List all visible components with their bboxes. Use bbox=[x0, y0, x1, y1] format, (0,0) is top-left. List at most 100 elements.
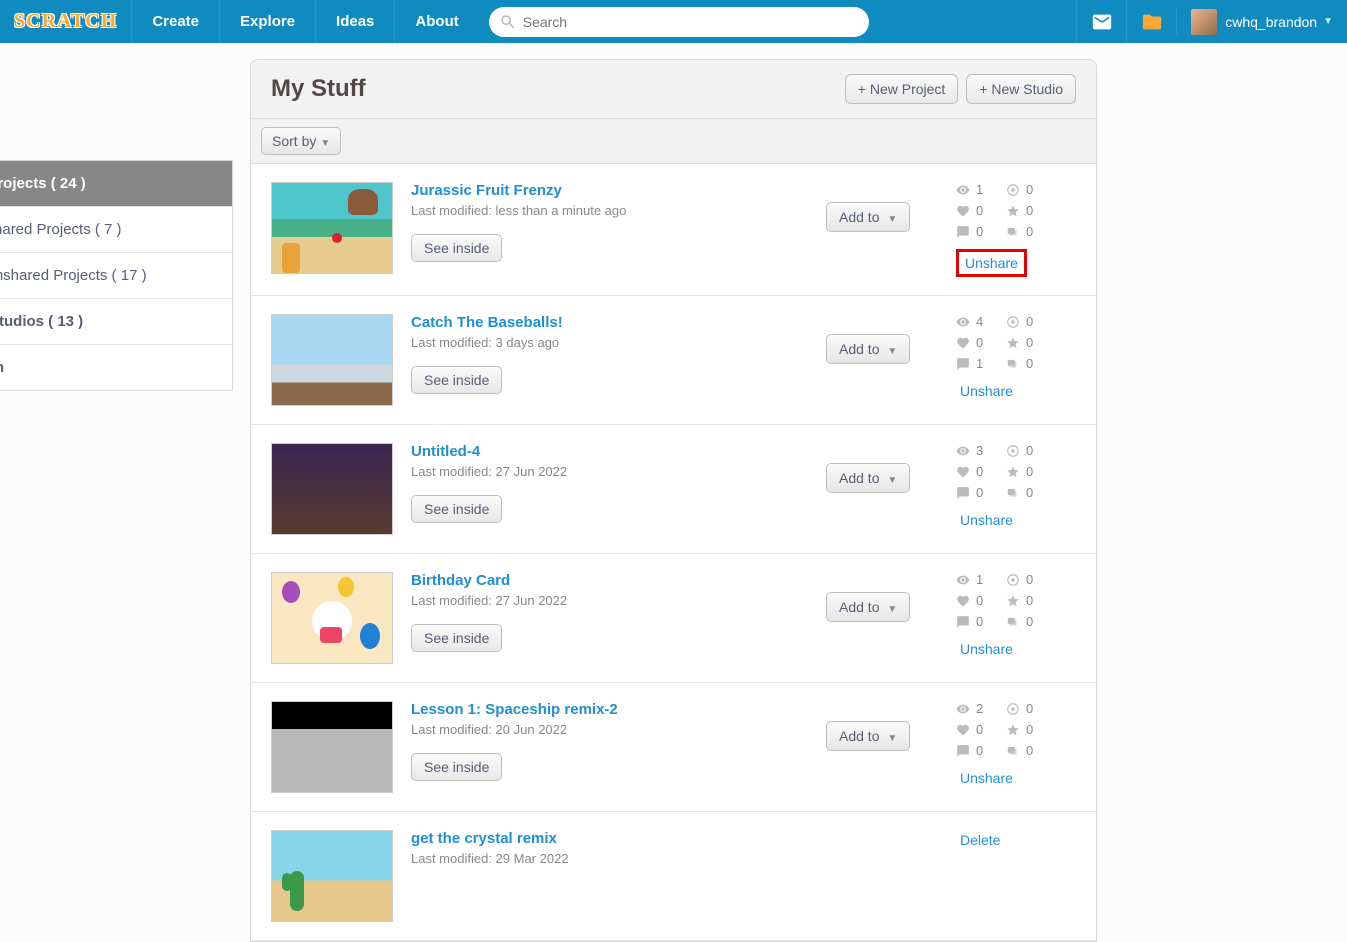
nav-links: CreateExploreIdeasAbout bbox=[131, 0, 478, 43]
views-stat: 1 bbox=[956, 572, 1006, 587]
sidebar-item[interactable]: My Studios ( 13 ) bbox=[0, 299, 232, 345]
studios-stat: 0 bbox=[1006, 356, 1056, 371]
project-action-link[interactable]: Unshare bbox=[956, 768, 1017, 788]
project-title[interactable]: get the crystal remix bbox=[411, 830, 826, 847]
comments-stat: 0 bbox=[956, 224, 1006, 239]
views-stat: 4 bbox=[956, 314, 1006, 329]
remixes-stat: 0 bbox=[1006, 443, 1056, 458]
nav-link-create[interactable]: Create bbox=[131, 0, 219, 43]
new-project-button[interactable]: + New Project bbox=[845, 74, 959, 104]
favorites-stat: 0 bbox=[1006, 722, 1056, 737]
project-title[interactable]: Untitled-4 bbox=[411, 443, 826, 460]
favorites-stat: 0 bbox=[1006, 593, 1056, 608]
project-thumbnail[interactable] bbox=[271, 830, 393, 922]
project-thumbnail[interactable] bbox=[271, 572, 393, 664]
project-action-link[interactable]: Unshare bbox=[956, 381, 1017, 401]
chevron-down-icon: ▼ bbox=[320, 138, 330, 149]
sidebar-item[interactable]: Shared Projects ( 7 ) bbox=[0, 207, 232, 253]
comments-stat: 0 bbox=[956, 614, 1006, 629]
chevron-down-icon: ▼ bbox=[1323, 16, 1333, 27]
remixes-stat: 0 bbox=[1006, 572, 1056, 587]
project-action-link[interactable]: Unshare bbox=[956, 510, 1017, 530]
project-thumbnail[interactable] bbox=[271, 443, 393, 535]
studios-stat: 0 bbox=[1006, 224, 1056, 239]
see-inside-button[interactable]: See inside bbox=[411, 495, 502, 523]
page-header: My Stuff + New Project + New Studio bbox=[251, 60, 1096, 119]
loves-stat: 0 bbox=[956, 335, 1006, 350]
nav-link-about[interactable]: About bbox=[394, 0, 478, 43]
sidebar-item[interactable]: Trash bbox=[0, 345, 232, 390]
project-list: Jurassic Fruit Frenzy Last modified: less… bbox=[251, 164, 1096, 941]
messages-icon[interactable] bbox=[1076, 0, 1126, 43]
remixes-stat: 0 bbox=[1006, 182, 1056, 197]
project-row: Lesson 1: Spaceship remix-2 Last modified… bbox=[251, 683, 1096, 812]
page: All Projects ( 24 )Shared Projects ( 7 )… bbox=[250, 59, 1097, 942]
add-to-button[interactable]: Add to ▼ bbox=[826, 334, 910, 364]
search-wrap bbox=[489, 7, 869, 37]
project-title[interactable]: Birthday Card bbox=[411, 572, 826, 589]
see-inside-button[interactable]: See inside bbox=[411, 234, 502, 262]
comments-stat: 0 bbox=[956, 743, 1006, 758]
sidebar: All Projects ( 24 )Shared Projects ( 7 )… bbox=[0, 160, 233, 391]
page-title: My Stuff bbox=[271, 75, 837, 103]
studios-stat: 0 bbox=[1006, 614, 1056, 629]
project-row: Birthday Card Last modified: 27 Jun 2022 S… bbox=[251, 554, 1096, 683]
project-title[interactable]: Lesson 1: Spaceship remix-2 bbox=[411, 701, 826, 718]
mystuff-icon[interactable] bbox=[1126, 0, 1176, 43]
project-thumbnail[interactable] bbox=[271, 314, 393, 406]
studios-stat: 0 bbox=[1006, 743, 1056, 758]
views-stat: 1 bbox=[956, 182, 1006, 197]
studios-stat: 0 bbox=[1006, 485, 1056, 500]
project-title[interactable]: Jurassic Fruit Frenzy bbox=[411, 182, 826, 199]
project-thumbnail[interactable] bbox=[271, 701, 393, 793]
last-modified: Last modified: 3 days ago bbox=[411, 335, 826, 350]
nav-link-explore[interactable]: Explore bbox=[219, 0, 315, 43]
search-input[interactable] bbox=[489, 7, 869, 37]
add-to-button[interactable]: Add to ▼ bbox=[826, 721, 910, 751]
project-action-link[interactable]: Unshare bbox=[956, 249, 1027, 277]
views-stat: 3 bbox=[956, 443, 1006, 458]
sidebar-item[interactable]: Unshared Projects ( 17 ) bbox=[0, 253, 232, 299]
comments-stat: 0 bbox=[956, 485, 1006, 500]
project-row: get the crystal remixLast modified: 29 M… bbox=[251, 812, 1096, 941]
add-to-button[interactable]: Add to ▼ bbox=[826, 463, 910, 493]
last-modified: Last modified: 27 Jun 2022 bbox=[411, 464, 826, 479]
project-row: Untitled-4 Last modified: 27 Jun 2022 See … bbox=[251, 425, 1096, 554]
see-inside-button[interactable]: See inside bbox=[411, 366, 502, 394]
project-title[interactable]: Catch The Baseballs! bbox=[411, 314, 826, 331]
add-to-button[interactable]: Add to ▼ bbox=[826, 202, 910, 232]
loves-stat: 0 bbox=[956, 722, 1006, 737]
project-thumbnail[interactable] bbox=[271, 182, 393, 274]
search-icon bbox=[499, 13, 517, 31]
last-modified: Last modified: 27 Jun 2022 bbox=[411, 593, 826, 608]
loves-stat: 0 bbox=[956, 593, 1006, 608]
project-action-link[interactable]: Delete bbox=[956, 830, 1004, 850]
remixes-stat: 0 bbox=[1006, 701, 1056, 716]
new-studio-button[interactable]: + New Studio bbox=[966, 74, 1076, 104]
loves-stat: 0 bbox=[956, 203, 1006, 218]
sort-by-button[interactable]: Sort by▼ bbox=[261, 127, 341, 155]
project-row: Catch The Baseballs! Last modified: 3 day… bbox=[251, 296, 1096, 425]
username: cwhq_brandon bbox=[1225, 14, 1317, 30]
project-row: Jurassic Fruit Frenzy Last modified: less… bbox=[251, 164, 1096, 296]
logo[interactable]: SCRATCH bbox=[0, 10, 131, 33]
nav-link-ideas[interactable]: Ideas bbox=[315, 0, 394, 43]
see-inside-button[interactable]: See inside bbox=[411, 753, 502, 781]
last-modified: Last modified: less than a minute ago bbox=[411, 203, 826, 218]
comments-stat: 1 bbox=[956, 356, 1006, 371]
favorites-stat: 0 bbox=[1006, 203, 1056, 218]
sidebar-item[interactable]: All Projects ( 24 ) bbox=[0, 161, 232, 207]
views-stat: 2 bbox=[956, 701, 1006, 716]
last-modified: Last modified: 20 Jun 2022 bbox=[411, 722, 826, 737]
avatar bbox=[1191, 9, 1217, 35]
loves-stat: 0 bbox=[956, 464, 1006, 479]
user-menu[interactable]: cwhq_brandon ▼ bbox=[1176, 9, 1347, 35]
navbar: SCRATCH CreateExploreIdeasAbout cwhq_bra… bbox=[0, 0, 1347, 43]
see-inside-button[interactable]: See inside bbox=[411, 624, 502, 652]
sortbar: Sort by▼ bbox=[251, 119, 1096, 164]
add-to-button[interactable]: Add to ▼ bbox=[826, 592, 910, 622]
remixes-stat: 0 bbox=[1006, 314, 1056, 329]
favorites-stat: 0 bbox=[1006, 464, 1056, 479]
favorites-stat: 0 bbox=[1006, 335, 1056, 350]
project-action-link[interactable]: Unshare bbox=[956, 639, 1017, 659]
